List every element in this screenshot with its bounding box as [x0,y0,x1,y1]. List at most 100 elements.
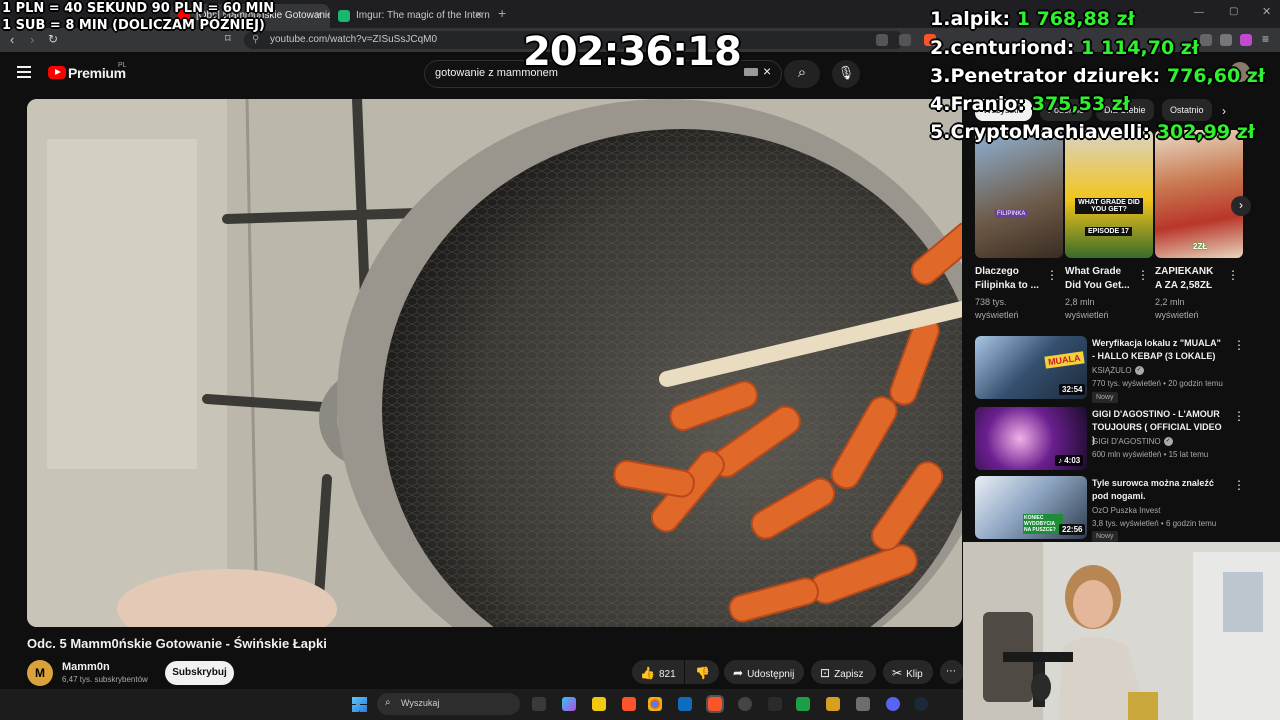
taskbar-search-label: Wyszukaj [401,698,440,708]
video-meta: 3,8 tys. wyświetleń • 6 godzin temu [1092,519,1217,528]
video-duration: ♪ 4:03 [1055,455,1084,466]
steam-icon[interactable] [914,697,928,711]
more-actions-button[interactable]: ⋯ [940,660,964,684]
reload-icon[interactable]: ↻ [48,32,58,46]
video-title-link[interactable]: Weryfikacja lokalu z "MUALA" - HALLO KEB… [1092,337,1224,363]
leaderboard-amount: 1 114,70 zł [1081,37,1199,59]
share-label: Udostępnij [747,669,795,680]
video-channel-name[interactable]: OzO Puszka Invest [1092,506,1160,515]
new-badge: Nowy [1092,392,1118,403]
video-menu-icon[interactable]: ⋮ [1233,338,1245,352]
video-thumbnail[interactable]: KONIEC WYDOBYCIA NA PUSZCE? 22:56 [975,476,1087,539]
menu-icon[interactable]: ≡ [1262,32,1269,46]
app-yellow-icon[interactable] [826,697,840,711]
extension-icon[interactable] [1200,34,1212,46]
minimize-icon[interactable]: — [1194,7,1204,18]
store-icon[interactable] [678,697,692,711]
video-channel[interactable]: GIGI D'AGOSTINO ✓ [1092,437,1173,447]
maximize-icon[interactable]: ▢ [1229,6,1238,17]
video-menu-icon[interactable]: ⋮ [1233,478,1245,492]
leaderboard-name: 3.Penetrator dziurek: [930,65,1161,87]
app-green-icon[interactable] [796,697,810,711]
video-thumb-text: KONIEC WYDOBYCIA NA PUSZCE? [1023,514,1063,534]
window-close-icon[interactable]: ✕ [1262,5,1271,18]
short-thumbnail[interactable]: 2ZŁ [1155,130,1243,258]
browser-tab-imgur[interactable]: Imgur: The magic of the Internet × [330,4,490,28]
short-thumb-text: EPISODE 17 [1085,227,1132,236]
thumbs-up-icon: 👍 [640,666,655,680]
short-thumb-text: WHAT GRADE DID YOU GET? [1075,198,1143,214]
new-tab-button[interactable]: + [498,5,506,21]
short-thumb-text: 2ZŁ [1193,242,1208,251]
chip-recent[interactable]: Ostatnio [1162,99,1212,121]
channel-avatar[interactable]: M [27,660,53,686]
video-title: Odc. 5 Mamm0ńskie Gotowanie - Świńskie Ł… [27,636,327,651]
keyboard-icon[interactable] [744,68,758,76]
app-icon[interactable] [768,697,782,711]
short-thumbnail[interactable]: FILIPINKA [975,130,1063,258]
calculator-icon[interactable] [856,697,870,711]
dislike-button[interactable]: 👎 [685,660,719,684]
taskbar-search[interactable]: ⌕ Wyszukaj [377,693,520,715]
bookmark-save-icon: ⊡ [820,666,831,680]
short-menu-icon[interactable]: ⋮ [1137,268,1149,282]
youtube-logo-icon[interactable] [48,66,66,79]
video-title-link[interactable]: Tyle surowca można znaleźć pod nogami. [1092,477,1224,503]
discord-icon[interactable] [886,697,900,711]
leaderboard-name: 5.CryptoMachiavelli: [930,121,1151,143]
thumbs-down-icon: 👎 [695,666,710,680]
brave-icon[interactable] [622,697,636,711]
clip-label: Klip [906,669,923,680]
chrome-icon[interactable] [648,697,662,711]
video-channel[interactable]: KSIĄŻULO ✓ [1092,366,1144,376]
clip-button[interactable]: ✂ Klip [883,660,933,684]
forward-icon[interactable]: › [30,32,34,47]
clear-search-icon[interactable]: × [763,63,771,79]
save-button[interactable]: ⊡ Zapisz [811,660,876,684]
channel-name[interactable]: Mamm0n [62,661,110,673]
cast-icon[interactable] [876,34,888,46]
leaderboard-amount: 776,60 zł [1166,65,1265,87]
copilot-icon[interactable] [562,697,576,711]
obs-icon[interactable] [738,697,752,711]
brave-active-icon[interactable] [706,695,724,713]
url-text: youtube.com/watch?v=ZISuSsJCqM0 [270,34,438,45]
back-icon[interactable]: ‹ [10,32,14,47]
short-thumbnail[interactable]: WHAT GRADE DID YOU GET? EPISODE 17 [1065,130,1153,258]
like-button[interactable]: 👍 821 [632,660,684,684]
voice-search-icon[interactable]: 🎙 [832,60,860,88]
video-thumbnail[interactable]: MUALA 32:54 [975,336,1087,399]
video-frame [27,99,962,627]
share-icon[interactable] [899,34,911,46]
short-title[interactable]: Dlaczego Filipinka to ... [975,265,1045,293]
share-button[interactable]: ➦ Udostępnij [724,660,804,684]
short-views: 2,2 mln wyświetleń [1155,297,1199,320]
video-thumbnail[interactable]: ♪ 4:03 [975,407,1087,470]
chevron-right-icon[interactable]: › [1222,104,1226,118]
shorts-next-icon[interactable]: › [1231,196,1251,216]
short-title[interactable]: What Grade Did You Get... [1065,265,1135,293]
bookmark-icon[interactable]: ⌑ [225,32,231,45]
region-code: PL [118,62,127,69]
file-explorer-icon[interactable] [592,697,606,711]
wallet-icon[interactable] [1240,34,1252,46]
leaderboard-entry: 3.Penetrator dziurek: 776,60 zł [930,65,1265,87]
short-menu-icon[interactable]: ⋮ [1227,268,1239,282]
video-menu-icon[interactable]: ⋮ [1233,409,1245,423]
video-duration: 32:54 [1059,384,1086,395]
short-menu-icon[interactable]: ⋮ [1046,268,1058,282]
video-player[interactable] [27,99,962,627]
vpn-icon[interactable] [1220,34,1232,46]
save-label: Zapisz [834,669,864,680]
tab-close-icon[interactable]: × [316,9,322,21]
task-view-icon[interactable] [532,697,546,711]
short-title[interactable]: ZAPIEKANK A ZA 2,58ZŁ [1155,265,1221,293]
search-button[interactable]: ⌕ [784,60,820,88]
subscribe-button[interactable]: Subskrybuj [165,661,234,685]
guide-menu-icon[interactable] [17,66,31,81]
site-info-icon[interactable]: ⚲ [252,34,259,45]
video-channel-name: KSIĄŻULO [1092,366,1132,375]
tab-close-icon[interactable]: × [476,9,482,21]
scissors-icon: ✂ [892,666,903,680]
leaderboard-amount: 1 768,88 zł [1016,8,1135,30]
